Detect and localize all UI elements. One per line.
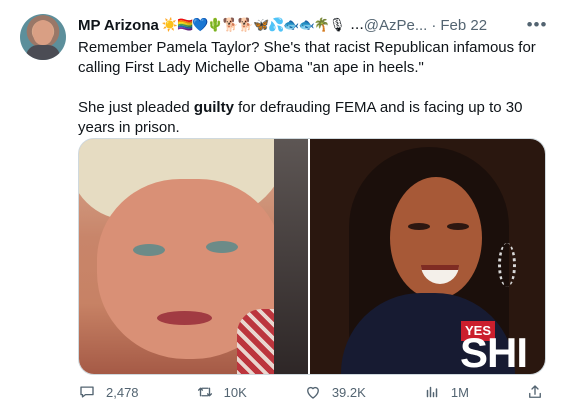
views-button[interactable]: 1M bbox=[423, 383, 469, 401]
tweet-paragraph-1: Remember Pamela Taylor? She's that racis… bbox=[78, 39, 536, 76]
speech-bubble-icon bbox=[80, 386, 94, 398]
car-interior bbox=[274, 139, 308, 374]
share-button[interactable] bbox=[526, 383, 544, 401]
name-truncation: ... bbox=[350, 16, 364, 33]
left-photo[interactable] bbox=[79, 139, 308, 374]
red-lips bbox=[157, 311, 212, 325]
retweet-count: 10K bbox=[223, 384, 247, 400]
view-count: 1M bbox=[450, 384, 469, 400]
avatar-face bbox=[33, 20, 53, 45]
more-dots-icon[interactable]: ••• bbox=[525, 14, 549, 36]
left-eye bbox=[133, 244, 165, 256]
tweet-paragraph-2: She just pleaded guilty for defrauding F… bbox=[78, 98, 550, 138]
right-photo-right-eye bbox=[447, 223, 469, 230]
author-name-emojis: ☀️🏳️‍🌈💙🌵🐕🐕🦋💦🐟🐟🌴🎙 bbox=[161, 17, 346, 32]
reply-count: 2,478 bbox=[106, 384, 139, 400]
author-avatar[interactable] bbox=[20, 14, 66, 60]
guilty-bold: guilty bbox=[193, 99, 234, 116]
tweet-media[interactable]: YES SHI bbox=[78, 138, 546, 375]
tweet-date[interactable]: Feb 22 bbox=[440, 17, 487, 34]
right-eye bbox=[206, 241, 238, 253]
right-photo-left-eye bbox=[408, 223, 430, 230]
like-button[interactable]: 39.2K bbox=[304, 383, 366, 401]
bar-chart-icon bbox=[426, 386, 438, 398]
earring bbox=[498, 243, 516, 287]
tweet-actions: 2,478 10K 39.2K 1M bbox=[78, 380, 544, 404]
retweet-arrows-icon bbox=[197, 387, 212, 397]
share-upload-icon bbox=[529, 385, 541, 398]
retweet-button[interactable]: 10K bbox=[196, 383, 247, 401]
heart-icon bbox=[306, 386, 319, 399]
reply-button[interactable]: 2,478 bbox=[78, 383, 139, 401]
tweet-card[interactable]: MP Arizona ☀️🏳️‍🌈💙🌵🐕🐕🦋💦🐟🐟🌴🎙 ... @AzPe...… bbox=[0, 0, 567, 407]
author-handle[interactable]: @AzPe... bbox=[364, 17, 428, 34]
author-display-name[interactable]: MP Arizona bbox=[78, 17, 159, 34]
shi-logo-text: SHI bbox=[460, 329, 528, 374]
avatar-shirt bbox=[26, 45, 60, 60]
date-separator: · bbox=[431, 16, 437, 34]
like-count: 39.2K bbox=[331, 384, 366, 400]
right-photo[interactable]: YES SHI bbox=[310, 139, 545, 374]
tweet-header: MP Arizona ☀️🏳️‍🌈💙🌵🐕🐕🦋💦🐟🐟🌴🎙 ... @AzPe...… bbox=[78, 14, 549, 36]
paragraph-2-start: She just pleaded bbox=[78, 99, 194, 116]
